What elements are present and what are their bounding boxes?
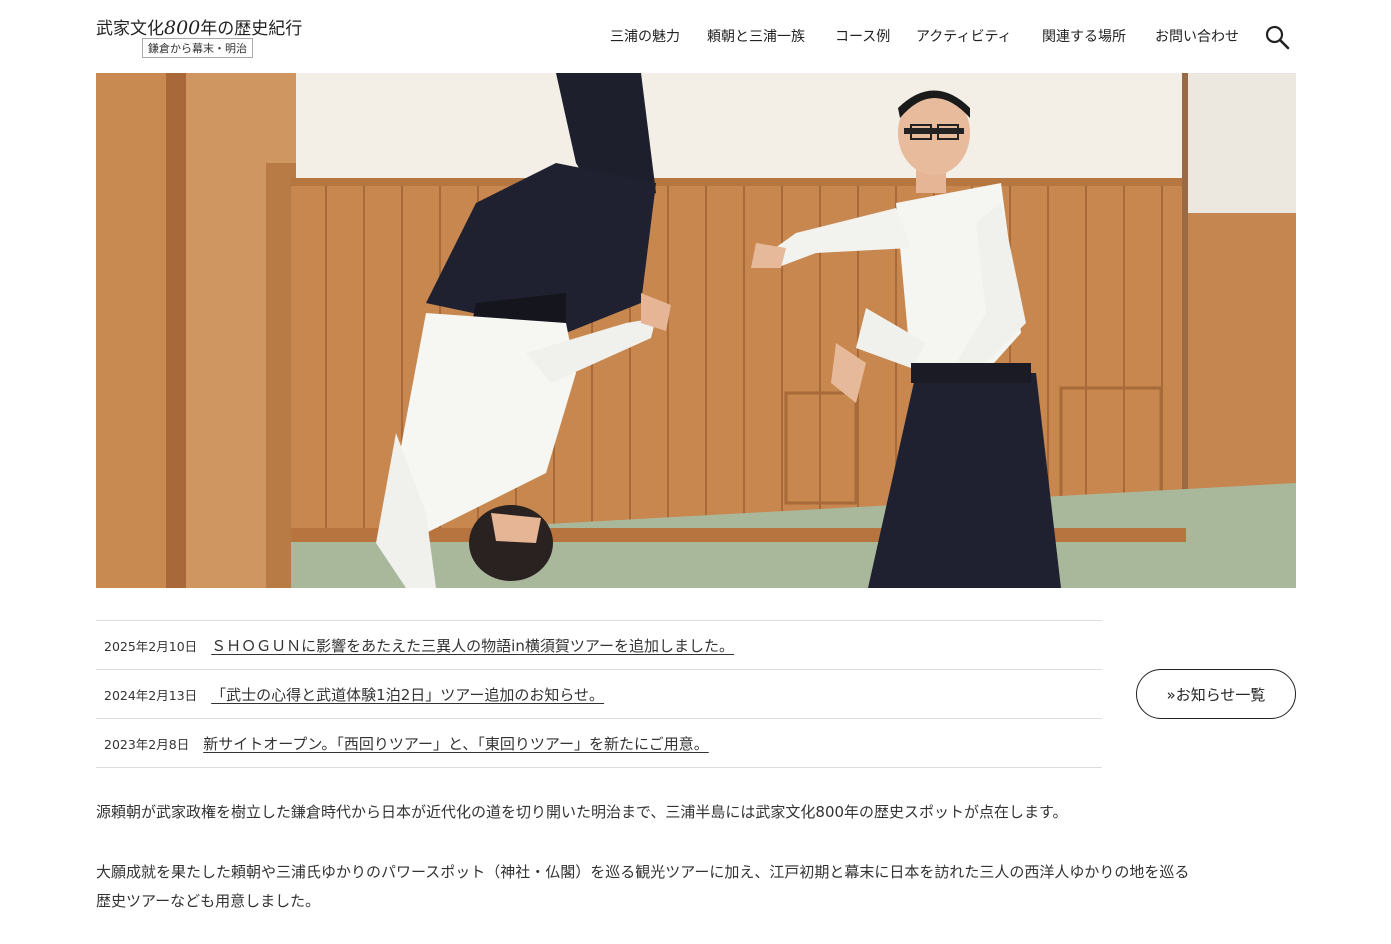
aikido-throw-photo: [96, 73, 1296, 588]
nav-item-yoritomo-miura[interactable]: 頼朝と三浦一族: [707, 26, 805, 46]
logo-title-prefix: 武家文化: [96, 19, 164, 39]
intro-paragraph-2: 大願成就を果たした頼朝や三浦氏ゆかりのパワースポット（神社・仏閣）を巡る観光ツア…: [96, 858, 1296, 916]
site-logo[interactable]: 武家文化800年の歴史紀行 鎌倉から幕末・明治: [96, 14, 302, 58]
news-link[interactable]: ＳＨＯＧＵＮに影響をあたえた三異人の物語in横須賀ツアーを追加しました。: [211, 635, 734, 656]
nav-item-miura-appeal[interactable]: 三浦の魅力: [610, 26, 680, 46]
news-list: 2025年2月10日 ＳＨＯＧＵＮに影響をあたえた三異人の物語in横須賀ツアーを…: [96, 620, 1102, 768]
logo-subtitle: 鎌倉から幕末・明治: [142, 38, 253, 58]
logo-title: 武家文化800年の歴史紀行: [96, 14, 302, 39]
intro-paragraph-1: 源頼朝が武家政権を樹立した鎌倉時代から日本が近代化の道を切り開いた明治まで、三浦…: [96, 803, 1068, 821]
news-date: 2025年2月10日: [104, 638, 198, 654]
intro-paragraph-2-line-2: 歴史ツアーなども用意しました。: [96, 892, 321, 910]
news-item: 2023年2月8日 新サイトオープン。「西回りツアー」と、「東回りツアー」を新た…: [96, 719, 1102, 768]
news-link[interactable]: 「武士の心得と武道体験1泊2日」ツアー追加のお知らせ。: [211, 684, 604, 705]
search-icon[interactable]: [1264, 24, 1290, 50]
nav-item-course-examples[interactable]: コース例: [835, 26, 890, 46]
news-item: 2025年2月10日 ＳＨＯＧＵＮに影響をあたえた三異人の物語in横須賀ツアーを…: [96, 621, 1102, 670]
logo-title-number: 800: [164, 17, 201, 39]
news-item: 2024年2月13日 「武士の心得と武道体験1泊2日」ツアー追加のお知らせ。: [96, 670, 1102, 719]
nav-item-related-places[interactable]: 関連する場所: [1042, 26, 1126, 46]
nav-item-activities[interactable]: アクティビティ: [916, 26, 1012, 46]
news-all-button[interactable]: »お知らせ一覧: [1136, 669, 1296, 719]
news-link[interactable]: 新サイトオープン。「西回りツアー」と、「東回りツアー」を新たにご用意。: [203, 733, 709, 754]
news-date: 2024年2月13日: [104, 687, 198, 703]
news-date: 2023年2月8日: [104, 736, 190, 752]
logo-title-suffix: 年の歴史紀行: [200, 19, 303, 39]
hero-image: [96, 73, 1296, 588]
nav-item-contact[interactable]: お問い合わせ: [1155, 26, 1239, 46]
intro-paragraph-2-line-1: 大願成就を果たした頼朝や三浦氏ゆかりのパワースポット（神社・仏閣）を巡る観光ツア…: [96, 863, 1190, 881]
page: 武家文化800年の歴史紀行 鎌倉から幕末・明治 三浦の魅力 頼朝と三浦一族 コー…: [0, 0, 1391, 944]
